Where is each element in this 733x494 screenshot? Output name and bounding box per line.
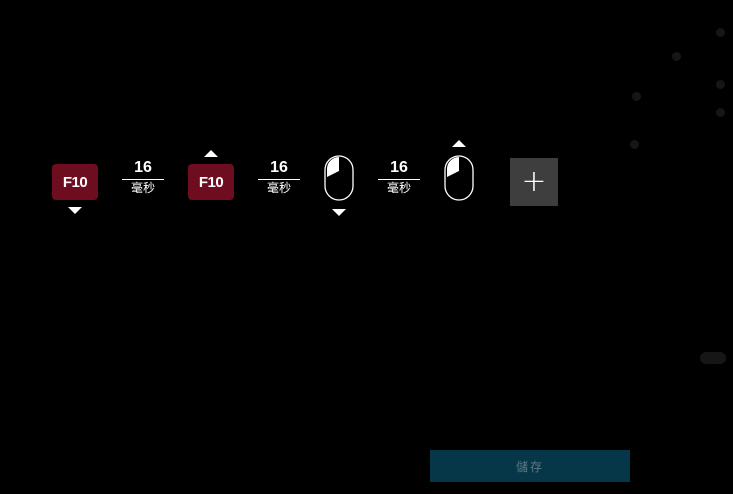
delay-unit: 毫秒	[266, 181, 291, 195]
plus-icon: +	[521, 164, 547, 199]
save-button[interactable]: 儲存	[430, 450, 630, 482]
delay-step[interactable]: 16 毫秒	[378, 159, 420, 196]
key-down-arrow-icon	[68, 207, 82, 214]
delay-unit: 毫秒	[130, 181, 155, 195]
mouse-left-button-icon	[444, 155, 474, 201]
mouse-step-left-up[interactable]	[444, 155, 474, 201]
delay-unit: 毫秒	[386, 181, 411, 195]
mouse-step-left-down[interactable]	[324, 155, 354, 201]
mouse-down-arrow-icon	[332, 209, 346, 216]
delay-divider	[122, 179, 164, 180]
macro-sequence: F10 16 毫秒 F10 16 毫秒 16 毫秒 +	[0, 0, 733, 230]
delay-step[interactable]: 16 毫秒	[258, 159, 300, 196]
key-up-arrow-icon	[204, 150, 218, 157]
delay-step[interactable]: 16 毫秒	[122, 159, 164, 196]
delay-value: 16	[134, 159, 152, 176]
mouse-up-arrow-icon	[452, 140, 466, 147]
background-toggle	[700, 352, 726, 364]
key-label: F10	[62, 173, 88, 191]
key-step-f10-up[interactable]: F10	[188, 164, 234, 200]
mouse-left-button-icon	[324, 155, 354, 201]
delay-divider	[258, 179, 300, 180]
key-step-f10-down[interactable]: F10	[52, 164, 98, 200]
key-label: F10	[198, 173, 224, 191]
add-step-button[interactable]: +	[510, 158, 558, 206]
delay-value: 16	[390, 159, 408, 176]
delay-divider	[378, 179, 420, 180]
delay-value: 16	[270, 159, 288, 176]
